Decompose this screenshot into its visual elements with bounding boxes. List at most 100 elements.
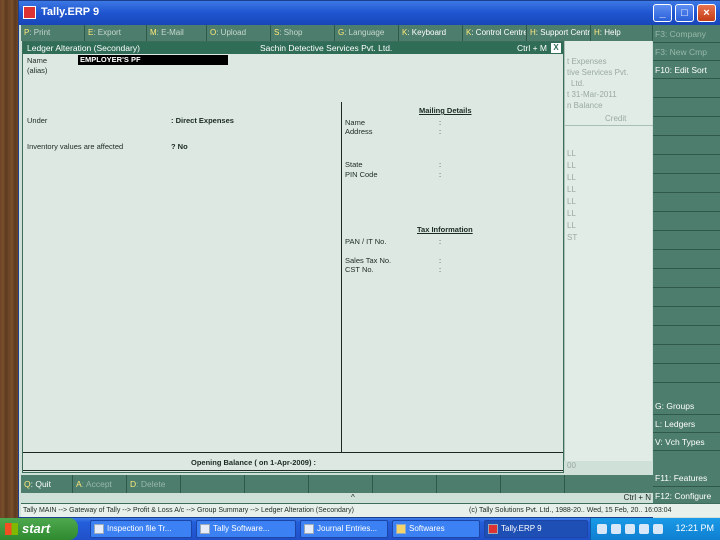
document-icon: [94, 524, 104, 534]
ghost-mark: LL: [567, 221, 576, 230]
empty-button: [653, 174, 720, 193]
empty-button: [653, 288, 720, 307]
tray-icon[interactable]: [611, 524, 621, 534]
taskbar-item[interactable]: Journal Entries...: [300, 520, 388, 538]
menu-email[interactable]: M: E-Mail: [147, 25, 207, 41]
menu-shop[interactable]: S: Shop: [271, 25, 335, 41]
colon: :: [439, 265, 442, 274]
background-report-panel: t Expenses tive Services Pvt. Ltd. t 31-…: [564, 41, 653, 470]
empty-button: [653, 155, 720, 174]
dialog-header: Ledger Alteration (Secondary) Sachin Det…: [23, 42, 563, 54]
folder-icon: [396, 524, 406, 534]
mailing-details-heading: Mailing Details: [419, 106, 472, 115]
alias-label: (alias): [27, 66, 48, 75]
mailing-name-label: Name: [345, 118, 366, 127]
document-icon: [304, 524, 314, 534]
f3-new-company-button[interactable]: F3: New Cmp: [653, 43, 720, 61]
copyright-text: (c) Tally Solutions Pvt. Ltd., 1988-20..…: [469, 507, 672, 514]
menu-print[interactable]: P: Print: [21, 25, 85, 41]
groups-button[interactable]: G: Groups: [653, 397, 720, 415]
empty-button: [653, 269, 720, 288]
name-input[interactable]: EMPLOYER'S PF: [78, 55, 228, 65]
accept-button[interactable]: A: Accept: [73, 475, 127, 493]
right-button-bar: F3: Company F3: New Cmp F10: Edit Sort G…: [653, 25, 720, 519]
menu-export[interactable]: E: Export: [85, 25, 147, 41]
start-label: start: [22, 521, 51, 536]
divider: [23, 452, 563, 453]
opening-balance-label[interactable]: Opening Balance ( on 1-Apr-2009) :: [191, 458, 316, 467]
ghost-text: t Expenses: [567, 57, 607, 66]
colon: :: [439, 237, 442, 246]
inventory-field[interactable]: ? No: [171, 142, 188, 151]
taskbar-item[interactable]: Tally Software...: [196, 520, 296, 538]
empty-button: [653, 136, 720, 155]
menu-keyboard[interactable]: K: Keyboard: [399, 25, 463, 41]
menu-support-centre[interactable]: H: Support Centre: [527, 25, 591, 41]
status-bar: Tally MAIN --> Gateway of Tally --> Prof…: [21, 503, 720, 517]
menu-control-centre[interactable]: K: Control Centre: [463, 25, 527, 41]
taskbar-item[interactable]: Softwares: [392, 520, 480, 538]
start-button[interactable]: start: [0, 518, 78, 540]
tray-icon[interactable]: [597, 524, 607, 534]
colon: :: [439, 170, 442, 179]
under-field[interactable]: : Direct Expenses: [171, 116, 234, 125]
tax-information-heading: Tax Information: [417, 225, 473, 234]
f10-edit-sort-button[interactable]: F10: Edit Sort: [653, 61, 720, 79]
menu-language[interactable]: G: Language: [335, 25, 399, 41]
taskbar-item[interactable]: Inspection file Tr...: [90, 520, 192, 538]
ghost-mark: LL: [567, 173, 576, 182]
quit-button[interactable]: Q: Quit: [21, 475, 73, 493]
dialog-shortcut: Ctrl + M: [517, 43, 547, 53]
voucher-types-button[interactable]: V: Vch Types: [653, 433, 720, 451]
empty-button: [653, 231, 720, 250]
f11-features-button[interactable]: F11: Features: [653, 469, 720, 487]
ghost-text: t 31-Mar-2011: [567, 90, 617, 99]
title-bar: Tally.ERP 9 _ □ ×: [19, 1, 720, 25]
colon: :: [439, 256, 442, 265]
ctrl-n-label[interactable]: Ctrl + N: [624, 493, 651, 502]
empty-button: [437, 475, 501, 493]
scroll-up-icon[interactable]: ^: [351, 493, 355, 502]
under-label: Under: [27, 116, 48, 125]
windows-taskbar: start Inspection file Tr... Tally Softwa…: [0, 518, 720, 540]
ghost-text: tive Services Pvt.: [567, 68, 629, 77]
empty-button: [653, 307, 720, 326]
breadcrumb: Tally MAIN --> Gateway of Tally --> Prof…: [23, 507, 354, 514]
close-button[interactable]: ×: [697, 4, 716, 22]
ledgers-button[interactable]: L: Ledgers: [653, 415, 720, 433]
company-name: Sachin Detective Services Pvt. Ltd.: [260, 43, 393, 53]
ghost-text: Ltd.: [571, 79, 585, 88]
f3-company-button[interactable]: F3: Company: [653, 25, 720, 43]
maximize-button[interactable]: □: [675, 4, 694, 22]
state-label: State: [345, 160, 363, 169]
window-title: Tally.ERP 9: [41, 6, 100, 18]
tray-icon[interactable]: [625, 524, 635, 534]
empty-button: [653, 212, 720, 231]
empty-button: [653, 193, 720, 212]
dialog-title: Ledger Alteration (Secondary): [27, 43, 140, 53]
empty-button: [653, 250, 720, 269]
empty-button: [501, 475, 565, 493]
empty-button: [653, 326, 720, 345]
tally-window: Tally.ERP 9 _ □ × P: Print E: Export M: …: [18, 0, 720, 519]
dialog-close-icon[interactable]: X: [551, 43, 561, 53]
ghost-mark: ST: [567, 233, 578, 242]
tray-icon[interactable]: [653, 524, 663, 534]
delete-button[interactable]: D: Delete: [127, 475, 181, 493]
empty-button: [653, 79, 720, 98]
minimize-button[interactable]: _: [653, 4, 672, 22]
ghost-mark: LL: [567, 149, 576, 158]
ghost-mark: LL: [567, 209, 576, 218]
empty-button: [309, 475, 373, 493]
empty-button: [653, 98, 720, 117]
menu-upload[interactable]: O: Upload: [207, 25, 271, 41]
tray-icon[interactable]: [639, 524, 649, 534]
colon: :: [439, 127, 442, 136]
taskbar-item-active[interactable]: Tally.ERP 9: [484, 520, 588, 538]
address-label: Address: [345, 127, 373, 136]
system-tray: 12:21 PM: [590, 518, 720, 540]
tally-app-icon: [488, 524, 498, 534]
colon: :: [439, 118, 442, 127]
menu-help[interactable]: H: Help: [591, 25, 653, 41]
empty-button: [653, 451, 720, 470]
